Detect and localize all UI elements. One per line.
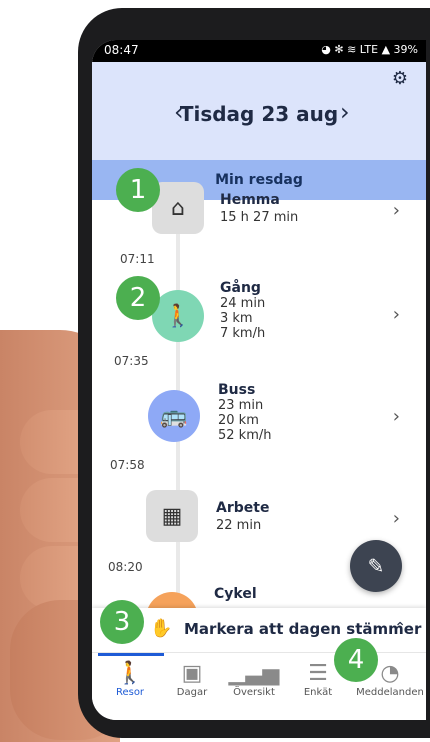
step-badge: 1	[116, 168, 160, 212]
step-badge: 3	[100, 600, 144, 644]
item-title: Gång	[220, 280, 261, 296]
time-label: 07:11	[120, 252, 155, 266]
item-line: 24 min	[220, 296, 266, 311]
date-title: Tisdag 23 aug	[179, 102, 339, 126]
item-line: 52 km/h	[218, 428, 272, 443]
step-badge: 4	[334, 638, 378, 682]
nav-item-oversikt[interactable]: ▁▃▅ Översikt	[224, 661, 284, 698]
edit-pencil-button[interactable]: ✎	[350, 540, 402, 592]
time-label: 07:35	[114, 354, 149, 368]
active-tab-indicator	[98, 653, 164, 656]
date-header: ‹ Tisdag 23 aug › ⚙	[92, 62, 426, 160]
item-line: 20 km	[218, 413, 259, 428]
nav-label: Enkät	[303, 687, 333, 698]
item-line: 3 km	[220, 311, 253, 326]
item-title: Arbete	[216, 500, 270, 516]
walk-icon: 🚶	[116, 661, 144, 686]
nav-label: Meddelanden	[356, 687, 424, 698]
item-title: Buss	[218, 382, 256, 398]
chevron-right-icon[interactable]: ›	[393, 304, 400, 325]
nav-label: Resor	[115, 687, 145, 698]
nav-label: Dagar	[176, 687, 208, 698]
confirm-day-label: Markera att dagen stämmer	[184, 620, 422, 638]
item-line: 22 min	[216, 518, 262, 533]
time-label: 08:20	[108, 560, 143, 574]
item-title: Hemma	[220, 192, 280, 208]
phone-screen: 08:47 ◕ ✻ ≋ LTE ▲ 39% ‹ Tisdag 23 aug › …	[92, 40, 426, 720]
chevron-right-icon[interactable]: ›	[393, 508, 400, 529]
next-day-button[interactable]: ›	[340, 98, 350, 126]
item-title: Cykel	[214, 586, 257, 602]
status-bar: 08:47 ◕ ✻ ≋ LTE ▲ 39%	[92, 40, 426, 62]
item-line: 15 h 27 min	[220, 210, 299, 225]
nav-item-resor[interactable]: 🚶 Resor	[100, 661, 160, 698]
chevron-right-icon[interactable]: ›	[393, 406, 400, 427]
chevron-right-icon[interactable]: ›	[393, 200, 400, 221]
item-line: 23 min	[218, 398, 264, 413]
step-badge: 2	[116, 276, 160, 320]
item-line: 7 km/h	[220, 326, 266, 341]
status-time: 08:47	[104, 43, 139, 57]
bar-chart-icon: ▁▃▅	[228, 661, 280, 686]
calendar-icon: ▣	[181, 661, 203, 686]
waving-hand-icon: ✋	[150, 618, 173, 639]
time-label: 07:58	[110, 458, 145, 472]
chevron-up-icon[interactable]: ⌃	[394, 620, 406, 636]
gear-icon[interactable]: ⚙	[392, 68, 408, 89]
bus-icon: 🚌	[148, 390, 200, 442]
nav-label: Översikt	[233, 687, 275, 698]
office-building-icon: ▦	[146, 490, 198, 542]
nav-item-dagar[interactable]: ▣ Dagar	[162, 661, 222, 698]
status-icons: ◕ ✻ ≋ LTE ▲ 39%	[321, 43, 418, 56]
